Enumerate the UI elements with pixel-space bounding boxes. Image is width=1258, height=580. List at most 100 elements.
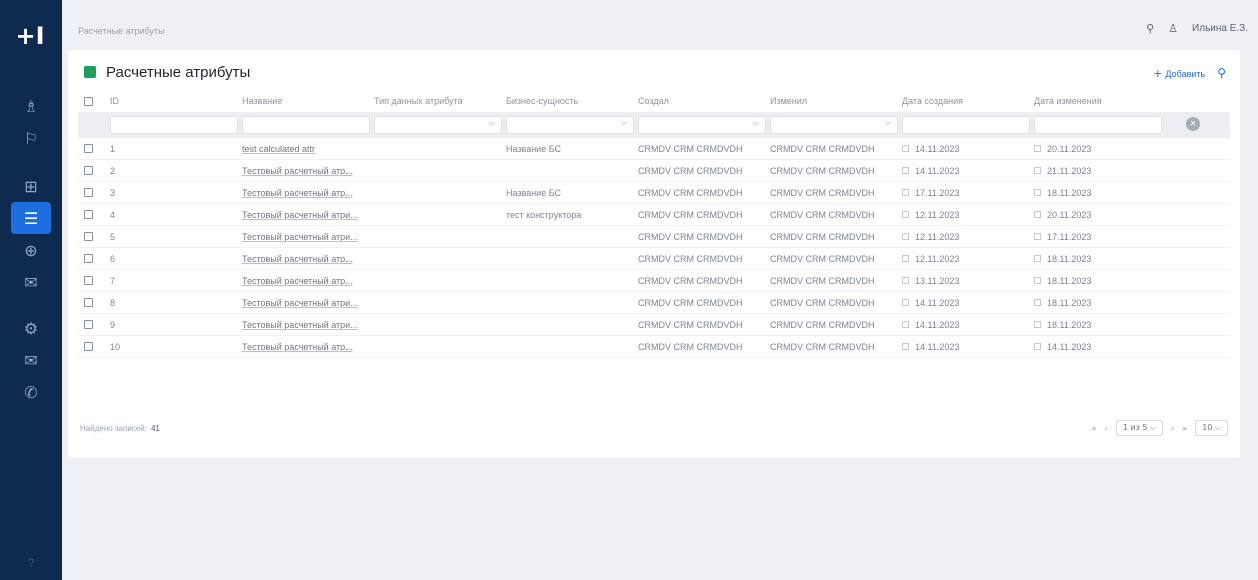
row-checkbox[interactable] bbox=[84, 166, 93, 175]
cell-name[interactable]: Тестовый расчетный атр... bbox=[242, 254, 353, 264]
calendar-icon bbox=[1034, 145, 1041, 152]
cell-name[interactable]: Тестовый расчетный атр... bbox=[242, 276, 353, 286]
calendar-icon bbox=[902, 277, 909, 284]
table-row[interactable]: 7 Тестовый расчетный атр... CRMDV CRM CRMD… bbox=[78, 270, 1230, 292]
cell-name[interactable]: test calculated attr bbox=[242, 144, 315, 154]
cell-changed-by: CRMDV CRM CRMDVDH bbox=[770, 341, 875, 352]
select-all-checkbox[interactable] bbox=[84, 96, 93, 106]
row-checkbox[interactable] bbox=[84, 188, 93, 197]
column-header-type[interactable]: Тип данных атрибута bbox=[374, 90, 463, 112]
first-page-icon[interactable]: « bbox=[1092, 424, 1097, 433]
cell-name[interactable]: Тестовый расчетный атри... bbox=[242, 210, 358, 220]
cell-id: 9 bbox=[110, 319, 116, 330]
column-header-changed-by[interactable]: Изменил bbox=[770, 90, 807, 112]
calendar-icon bbox=[902, 189, 909, 196]
next-page-icon[interactable]: › bbox=[1171, 424, 1174, 433]
calendar-icon bbox=[902, 255, 909, 262]
row-checkbox[interactable] bbox=[84, 342, 93, 351]
calendar-icon bbox=[1034, 189, 1041, 196]
calendar-icon bbox=[902, 167, 909, 174]
nav-message-icon[interactable]: ✉ bbox=[11, 344, 51, 376]
cell-id: 3 bbox=[110, 187, 116, 198]
row-checkbox[interactable] bbox=[84, 232, 93, 241]
row-checkbox[interactable] bbox=[84, 320, 93, 329]
row-checkbox[interactable] bbox=[84, 276, 93, 285]
table-row[interactable]: 6 Тестовый расчетный атр... CRMDV CRM CRMD… bbox=[78, 248, 1230, 270]
prev-page-icon[interactable]: ‹ bbox=[1105, 424, 1108, 433]
filter-created-date-input[interactable] bbox=[902, 116, 1030, 134]
filter-created-by-select[interactable] bbox=[638, 116, 766, 134]
nav-grid-icon[interactable]: ⊞ bbox=[11, 170, 51, 202]
cell-id: 5 bbox=[110, 231, 116, 242]
calendar-icon bbox=[1034, 233, 1041, 240]
cell-created-by: CRMDV CRM CRMDVDH bbox=[638, 209, 743, 220]
nav-globe-icon[interactable]: ⊕ bbox=[11, 234, 51, 266]
cell-changed-by: CRMDV CRM CRMDVDH bbox=[770, 253, 875, 264]
row-checkbox[interactable] bbox=[84, 254, 93, 263]
filter-changed-by-select[interactable] bbox=[770, 116, 898, 134]
cell-name[interactable]: Тестовый расчетный атри... bbox=[242, 320, 358, 330]
column-header-id[interactable]: ID bbox=[110, 90, 119, 112]
cell-changed-date: 20.11.2023 bbox=[1047, 143, 1092, 154]
clear-filters-icon[interactable]: ✕ bbox=[1186, 117, 1200, 131]
row-checkbox[interactable] bbox=[84, 298, 93, 307]
last-page-icon[interactable]: » bbox=[1182, 424, 1187, 433]
column-header-changed-date[interactable]: Дата изменения bbox=[1034, 90, 1102, 112]
calendar-icon bbox=[1034, 299, 1041, 306]
table-row[interactable]: 3 Тестовый расчетный атр... Название БС CRM… bbox=[78, 182, 1230, 204]
nav-phone-icon[interactable]: ✆ bbox=[11, 376, 51, 408]
table-row[interactable]: 8 Тестовый расчетный атри... CRMDV CRM CRM… bbox=[78, 292, 1230, 314]
calendar-icon bbox=[902, 145, 909, 152]
cell-name[interactable]: Тестовый расчетный атри... bbox=[242, 298, 358, 308]
cell-name[interactable]: Тестовый расчетный атр... bbox=[242, 166, 353, 176]
column-header-entity[interactable]: Бизнес-сущность bbox=[506, 90, 578, 112]
nav-settings-icon[interactable]: ⚙ bbox=[11, 312, 51, 344]
cell-created-date: 14.11.2023 bbox=[915, 165, 960, 176]
table-search-icon[interactable]: ⚲ bbox=[1217, 66, 1226, 80]
page-select[interactable]: 1 из 5 ⌵ bbox=[1115, 420, 1164, 436]
user-name[interactable]: Ильина Е.З. bbox=[1192, 23, 1248, 34]
help-icon[interactable]: ? bbox=[11, 552, 51, 574]
table-row[interactable]: 1 test calculated attr Название БС CRMDV CR… bbox=[78, 138, 1230, 160]
cell-created-by: CRMDV CRM CRMDVDH bbox=[638, 165, 743, 176]
table-row[interactable]: 5 Тестовый расчетный атри... CRMDV CRM CRM… bbox=[78, 226, 1230, 248]
column-header-created-by[interactable]: Создал bbox=[638, 90, 669, 112]
cell-name[interactable]: Тестовый расчетный атри... bbox=[242, 232, 358, 242]
search-icon[interactable]: ⚲ bbox=[1146, 22, 1154, 35]
row-checkbox[interactable] bbox=[84, 210, 93, 219]
cell-created-date: 12.11.2023 bbox=[915, 253, 960, 264]
total-value: 41 bbox=[150, 424, 160, 433]
filter-name-input[interactable] bbox=[242, 116, 370, 134]
filter-id-input[interactable] bbox=[110, 116, 238, 134]
add-button[interactable]: + Добавить bbox=[1153, 67, 1205, 80]
cell-name[interactable]: Тестовый расчетный атр... bbox=[242, 188, 353, 198]
page-size-select[interactable]: 10 ⌵ bbox=[1195, 420, 1228, 436]
breadcrumb[interactable]: Расчетные атрибуты bbox=[78, 26, 165, 36]
filter-entity-select[interactable] bbox=[506, 116, 634, 134]
cell-changed-by: CRMDV CRM CRMDVDH bbox=[770, 231, 875, 242]
nav-users-icon[interactable]: ♗ bbox=[11, 90, 51, 122]
column-header-name[interactable]: Название bbox=[242, 90, 282, 112]
table-row[interactable]: 2 Тестовый расчетный атр... CRMDV CRM CRMD… bbox=[78, 160, 1230, 182]
cell-created-by: CRMDV CRM CRMDVDH bbox=[638, 297, 743, 308]
plus-icon: + bbox=[1153, 66, 1163, 80]
row-checkbox[interactable] bbox=[84, 144, 93, 153]
column-header-created-date[interactable]: Дата создания bbox=[902, 90, 963, 112]
cell-changed-by: CRMDV CRM CRMDVDH bbox=[770, 165, 875, 176]
add-button-label: Добавить bbox=[1165, 68, 1206, 79]
nav-list-icon[interactable]: ☰ bbox=[11, 202, 51, 234]
cell-changed-by: CRMDV CRM CRMDVDH bbox=[770, 187, 875, 198]
calendar-icon bbox=[1034, 167, 1041, 174]
filter-changed-date-input[interactable] bbox=[1034, 116, 1162, 134]
cell-id: 6 bbox=[110, 253, 116, 264]
cell-id: 7 bbox=[110, 275, 116, 286]
table-icon bbox=[84, 66, 96, 78]
nav-flag-icon[interactable]: ⚐ bbox=[11, 122, 51, 154]
app-logo[interactable]: +I bbox=[10, 20, 50, 52]
filter-type-select[interactable] bbox=[374, 116, 502, 134]
table-row[interactable]: 9 Тестовый расчетный атри... CRMDV CRM CRM… bbox=[78, 314, 1230, 336]
table-row[interactable]: 10 Тестовый расчетный атр... CRMDV CRM CRM… bbox=[78, 336, 1230, 358]
nav-mail-icon[interactable]: ✉ bbox=[11, 266, 51, 298]
cell-name[interactable]: Тестовый расчетный атр... bbox=[242, 342, 353, 352]
table-row[interactable]: 4 Тестовый расчетный атри... тест конструк… bbox=[78, 204, 1230, 226]
